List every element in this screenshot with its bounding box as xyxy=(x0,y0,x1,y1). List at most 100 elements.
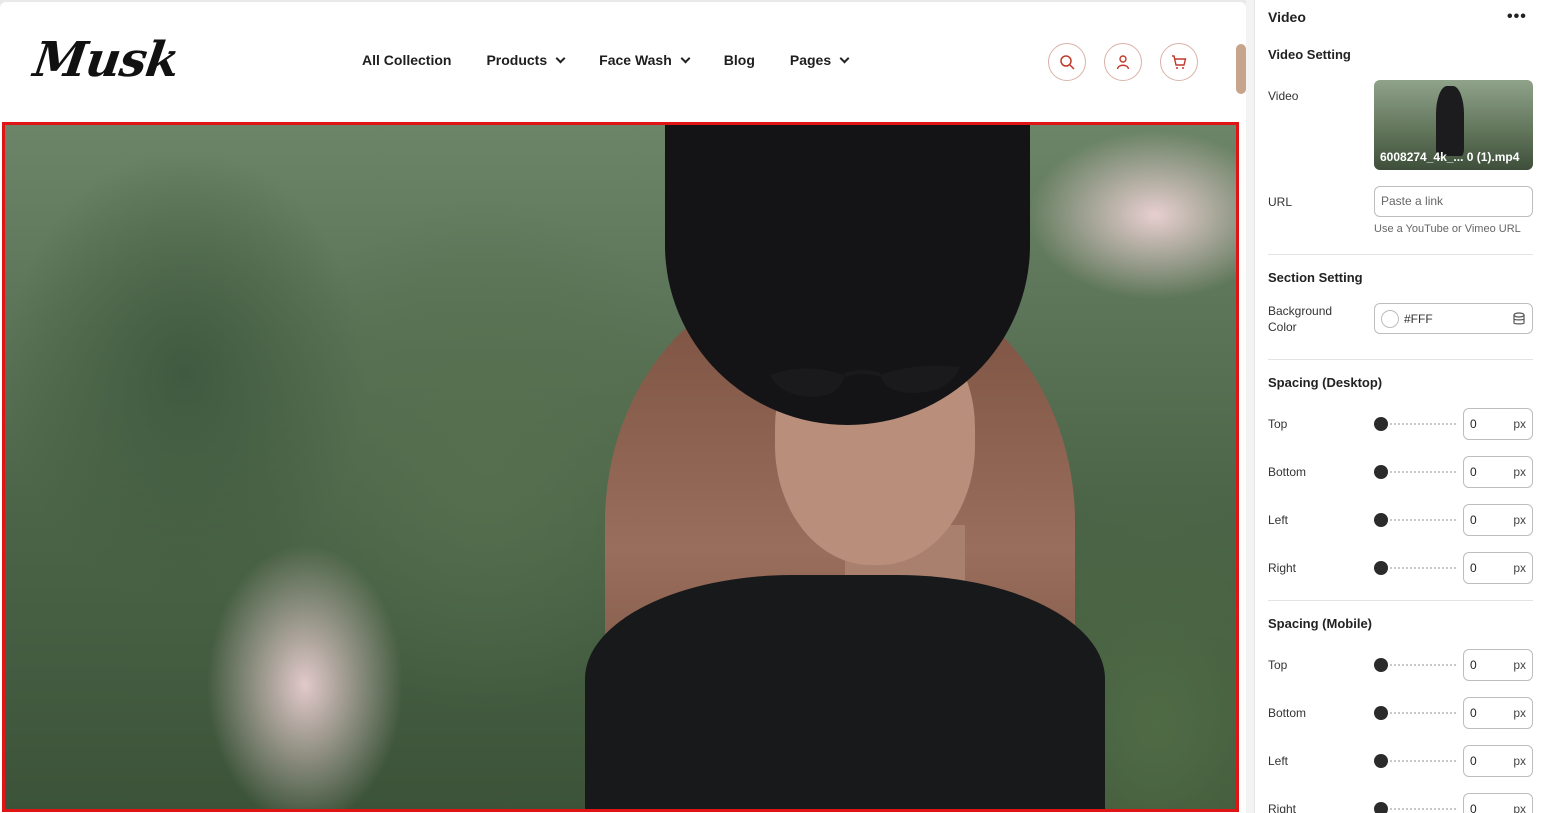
number-value: 0 xyxy=(1470,417,1477,431)
unit-label: px xyxy=(1513,706,1526,720)
background-color-field[interactable]: #FFF xyxy=(1374,303,1533,334)
unit-label: px xyxy=(1513,561,1526,575)
spacing-mobile-right-input[interactable]: 0 px xyxy=(1463,793,1533,813)
color-value: #FFF xyxy=(1404,311,1433,326)
url-hint: Use a YouTube or Vimeo URL xyxy=(1374,223,1521,235)
chevron-down-icon xyxy=(555,53,566,63)
unit-label: px xyxy=(1513,802,1526,813)
divider xyxy=(1268,600,1533,601)
nav-label: Products xyxy=(486,52,548,68)
chevron-down-icon xyxy=(839,53,850,63)
video-figure-jacket xyxy=(585,575,1105,809)
panel-title: Video xyxy=(1268,9,1306,25)
number-value: 0 xyxy=(1470,658,1477,672)
account-button[interactable] xyxy=(1104,43,1142,81)
spacing-desktop-title: Spacing (Desktop) xyxy=(1268,375,1383,390)
spacing-mobile-bottom-slider[interactable] xyxy=(1374,706,1456,720)
section-setting-title: Section Setting xyxy=(1268,270,1363,285)
unit-label: px xyxy=(1513,658,1526,672)
spacing-desktop-bottom-label: Bottom xyxy=(1268,465,1307,479)
video-player[interactable] xyxy=(5,125,1236,809)
spacing-desktop-bottom-input[interactable]: 0 px xyxy=(1463,456,1533,488)
spacing-desktop-right-label: Right xyxy=(1268,561,1297,575)
divider xyxy=(1268,254,1533,255)
spacing-mobile-right-label: Right xyxy=(1268,802,1297,813)
spacing-mobile-bottom-input[interactable]: 0 px xyxy=(1463,697,1533,729)
unit-label: px xyxy=(1513,417,1526,431)
number-value: 0 xyxy=(1470,802,1477,813)
spacing-desktop-top-input[interactable]: 0 px xyxy=(1463,408,1533,440)
nav-blog[interactable]: Blog xyxy=(724,52,755,68)
spacing-desktop-right-slider[interactable] xyxy=(1374,561,1456,575)
chevron-down-icon xyxy=(680,53,691,63)
cart-icon xyxy=(1172,55,1187,69)
spacing-mobile-left-input[interactable]: 0 px xyxy=(1463,745,1533,777)
spacing-desktop-left-slider[interactable] xyxy=(1374,513,1456,527)
slider-knob[interactable] xyxy=(1374,658,1388,672)
number-value: 0 xyxy=(1470,465,1477,479)
search-icon xyxy=(1060,55,1075,70)
cart-button[interactable] xyxy=(1160,43,1198,81)
slider-knob[interactable] xyxy=(1374,706,1388,720)
spacing-desktop-right-input[interactable]: 0 px xyxy=(1463,552,1533,584)
site-preview: Musk All Collection Products Face Wash B… xyxy=(0,2,1246,813)
slider-knob[interactable] xyxy=(1374,465,1388,479)
preview-canvas: Musk All Collection Products Face Wash B… xyxy=(0,0,1246,813)
database-icon[interactable] xyxy=(1512,311,1526,326)
spacing-mobile-bottom-label: Bottom xyxy=(1268,706,1307,720)
spacing-mobile-top-slider[interactable] xyxy=(1374,658,1456,672)
spacing-desktop-top-label: Top xyxy=(1268,417,1288,431)
divider xyxy=(1268,359,1533,360)
video-thumbnail[interactable]: 6008274_4k_... 0 (1).mp4 xyxy=(1374,80,1533,170)
video-setting-title: Video Setting xyxy=(1268,47,1351,62)
background-color-label: Background Color xyxy=(1268,304,1333,334)
nav-label: Pages xyxy=(789,52,832,68)
thumbnail-figure xyxy=(1436,86,1464,156)
nav-pages[interactable]: Pages xyxy=(789,52,850,68)
nav-face-wash[interactable]: Face Wash xyxy=(599,52,691,68)
spacing-desktop-left-input[interactable]: 0 px xyxy=(1463,504,1533,536)
slider-knob[interactable] xyxy=(1374,802,1388,813)
header-actions xyxy=(1048,43,1198,81)
video-filename: 6008274_4k_... 0 (1).mp4 xyxy=(1380,150,1520,164)
number-value: 0 xyxy=(1470,754,1477,768)
search-button[interactable] xyxy=(1048,43,1086,81)
main-nav: All Collection Products Face Wash Blog P… xyxy=(362,52,883,68)
slider-knob[interactable] xyxy=(1374,561,1388,575)
url-input[interactable]: Paste a link xyxy=(1374,186,1533,217)
spacing-mobile-title: Spacing (Mobile) xyxy=(1268,616,1372,631)
nav-label: All Collection xyxy=(362,52,452,68)
url-label: URL xyxy=(1268,195,1293,209)
spacing-mobile-right-slider[interactable] xyxy=(1374,802,1456,813)
nav-products[interactable]: Products xyxy=(486,52,566,68)
site-header: Musk All Collection Products Face Wash B… xyxy=(0,2,1246,120)
slider-knob[interactable] xyxy=(1374,513,1388,527)
site-logo[interactable]: Musk xyxy=(30,32,182,88)
nav-all-collection[interactable]: All Collection xyxy=(362,52,451,68)
spacing-mobile-left-label: Left xyxy=(1268,754,1289,768)
slider-knob[interactable] xyxy=(1374,417,1388,431)
spacing-mobile-left-slider[interactable] xyxy=(1374,754,1456,768)
unit-label: px xyxy=(1513,754,1526,768)
number-value: 0 xyxy=(1470,513,1477,527)
settings-panel: Video ••• Video Setting Video 6008274_4k… xyxy=(1254,0,1544,813)
spacing-desktop-bottom-slider[interactable] xyxy=(1374,465,1456,479)
user-icon xyxy=(1116,55,1130,70)
nav-label: Blog xyxy=(723,52,755,68)
spacing-mobile-top-input[interactable]: 0 px xyxy=(1463,649,1533,681)
number-value: 0 xyxy=(1470,561,1477,575)
slider-knob[interactable] xyxy=(1374,754,1388,768)
sunglasses-graphic xyxy=(770,365,960,397)
spacing-desktop-top-slider[interactable] xyxy=(1374,417,1456,431)
spacing-mobile-top-label: Top xyxy=(1268,658,1288,672)
preview-scrollbar[interactable] xyxy=(1236,44,1246,94)
number-value: 0 xyxy=(1470,706,1477,720)
nav-label: Face Wash xyxy=(599,52,672,68)
video-section-selected[interactable] xyxy=(2,122,1239,812)
color-swatch[interactable] xyxy=(1381,309,1399,328)
spacing-desktop-left-label: Left xyxy=(1268,513,1289,527)
video-label: Video xyxy=(1268,89,1299,103)
unit-label: px xyxy=(1513,513,1526,527)
more-options-icon[interactable]: ••• xyxy=(1507,8,1527,26)
editor-app: Musk All Collection Products Face Wash B… xyxy=(0,0,1544,813)
